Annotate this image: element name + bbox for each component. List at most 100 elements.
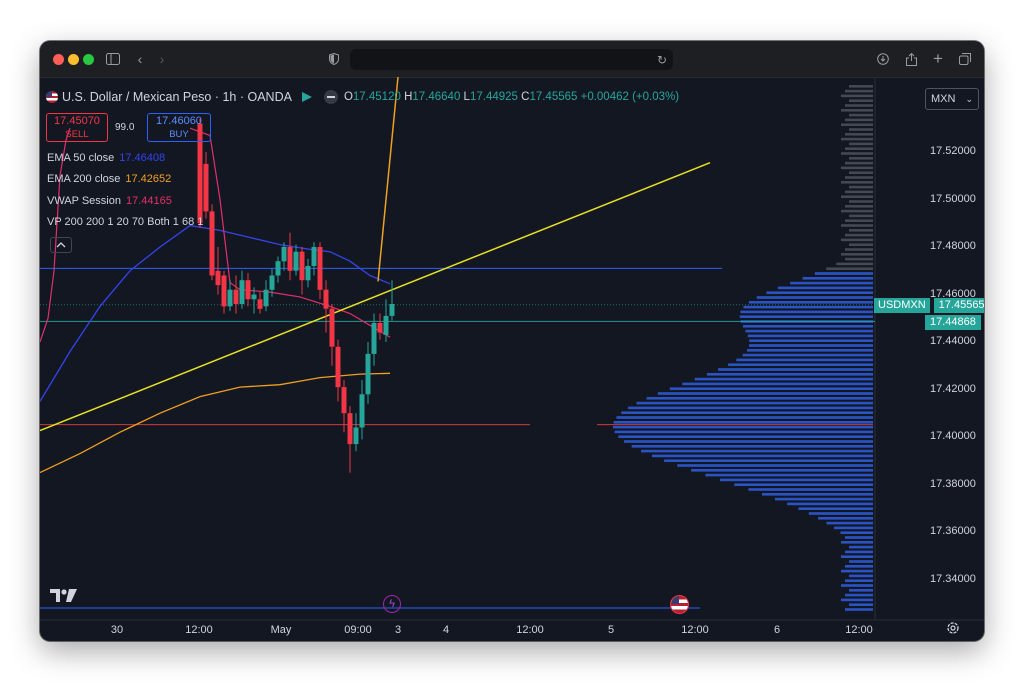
candle-body <box>305 266 311 281</box>
volume-profile-bar <box>728 363 873 366</box>
reload-icon[interactable]: ↻ <box>656 51 668 69</box>
last-price-tag: USDMXN 17.45565 <box>874 298 984 313</box>
volume-profile-bar <box>841 598 873 602</box>
browser-toolbar: ‹ › ↻ + <box>40 41 984 78</box>
candle-body <box>275 261 281 276</box>
us-flag-icon <box>46 91 58 103</box>
volume-profile-bar <box>841 541 873 544</box>
privacy-shield-icon[interactable] <box>327 50 341 68</box>
volume-profile-bar <box>841 123 873 126</box>
new-tab-icon[interactable]: + <box>931 49 945 68</box>
volume-profile-bar <box>849 574 873 578</box>
volume-profile-bar <box>705 473 873 477</box>
volume-profile-bar <box>749 339 873 342</box>
volume-profile-bar <box>849 545 873 549</box>
volume-profile-bar <box>849 85 873 88</box>
tab-overview-icon[interactable] <box>958 50 972 68</box>
volume-profile-bar <box>845 205 873 208</box>
volume-profile-bar <box>841 109 873 112</box>
minimize-window-button[interactable] <box>68 54 79 65</box>
price-axis-label: 17.34000 <box>930 572 976 585</box>
candle-body <box>263 289 269 307</box>
volume-profile-bar <box>657 392 873 395</box>
volume-profile-bar <box>613 421 873 424</box>
indicator-volume-profile[interactable]: VP 200 200 1 20 70 Both 1 68 1 <box>47 216 203 228</box>
candle-body <box>233 289 239 304</box>
back-icon[interactable]: ‹ <box>134 50 146 68</box>
volume-profile-bar <box>808 512 873 515</box>
volume-profile-bar <box>636 401 873 405</box>
currency-select[interactable]: MXN ⌄ <box>925 88 979 110</box>
volume-profile-bar <box>826 267 873 270</box>
candle-body <box>311 247 317 266</box>
volume-profile-bar <box>614 430 873 434</box>
lightning-event-icon[interactable]: ϟ <box>383 595 401 613</box>
price-chart[interactable] <box>40 77 984 641</box>
volume-profile-bar <box>845 133 873 136</box>
volume-profile-bar <box>745 329 873 333</box>
volume-profile-bar <box>669 387 873 390</box>
forward-icon[interactable]: › <box>156 50 168 68</box>
trend-drawing-line <box>377 77 399 282</box>
volume-profile-bar <box>841 253 873 256</box>
collapse-legend-button[interactable] <box>50 237 72 253</box>
volume-profile-bar <box>747 334 873 338</box>
indicator-vwap[interactable]: VWAP Session 17.44165 <box>47 195 172 207</box>
settings-gear-icon[interactable] <box>946 621 960 635</box>
volume-profile-bar <box>849 200 873 203</box>
volume-profile-bar <box>743 305 873 309</box>
volume-profile-bar <box>742 325 873 328</box>
volume-profile-bar <box>798 507 873 510</box>
volume-profile-bar <box>766 291 873 294</box>
indicator-ema50[interactable]: EMA 50 close 17.46408 <box>47 152 165 164</box>
volume-profile-bar <box>849 99 873 102</box>
volume-profile-bar <box>845 536 873 539</box>
address-bar[interactable]: ↻ <box>350 49 673 70</box>
time-axis-label: May <box>270 624 292 636</box>
downloads-icon[interactable] <box>876 50 890 68</box>
volume-profile-bar <box>849 113 873 117</box>
volume-profile-bar <box>790 281 873 285</box>
candle-body <box>257 299 263 309</box>
time-axis-label: 30 <box>110 624 124 636</box>
us-economic-event-icon[interactable] <box>670 595 689 614</box>
candle-body <box>203 163 209 212</box>
volume-profile-bar <box>841 152 873 155</box>
volume-profile-bar <box>621 411 873 414</box>
ema200-value: 17.42652 <box>125 173 172 185</box>
volume-profile-bar <box>694 377 873 381</box>
volume-profile-bar <box>749 344 873 347</box>
volume-profile-bar <box>748 488 873 491</box>
candle-body <box>359 394 365 428</box>
time-axis-label: 12:00 <box>185 624 213 636</box>
time-axis-label: 12:00 <box>516 624 544 636</box>
volume-profile-bar <box>845 565 873 568</box>
sell-price: 17.45070 <box>54 115 100 127</box>
ohlc-values: O17.45120 H17.46640 L17.44925 C17.45565 … <box>343 91 680 103</box>
zoom-window-button[interactable] <box>83 54 94 65</box>
sidebar-icon[interactable] <box>104 50 122 68</box>
volume-profile-bar <box>845 176 873 179</box>
ema50-value: 17.46408 <box>119 152 166 164</box>
volume-profile-bar <box>631 445 873 448</box>
share-icon[interactable] <box>904 50 918 68</box>
hide-legend-button[interactable] <box>323 90 338 104</box>
buy-button[interactable]: 17.46060 BUY <box>147 113 211 142</box>
volume-profile-bar <box>691 469 873 472</box>
volume-profile-bar <box>718 368 873 371</box>
candle-body <box>287 247 293 271</box>
last-price-symbol: USDMXN <box>874 298 930 313</box>
candle-body <box>377 323 383 333</box>
volume-profile-bar <box>777 286 873 290</box>
sell-button[interactable]: 17.45070 SELL <box>46 113 108 142</box>
tradingview-logo[interactable] <box>50 589 78 608</box>
close-window-button[interactable] <box>53 54 64 65</box>
volume-profile-bar <box>849 603 873 606</box>
vwap-value: 17.44165 <box>125 195 172 207</box>
symbol-title[interactable]: U.S. Dollar / Mexican Peso · 1h · OANDA <box>62 90 292 104</box>
indicator-ema200[interactable]: EMA 200 close 17.42652 <box>47 173 171 185</box>
volume-profile-bar <box>849 214 873 218</box>
volume-profile-bar <box>664 459 873 462</box>
volume-profile-bar <box>841 224 873 227</box>
price-axis-label: 17.52000 <box>930 145 976 157</box>
